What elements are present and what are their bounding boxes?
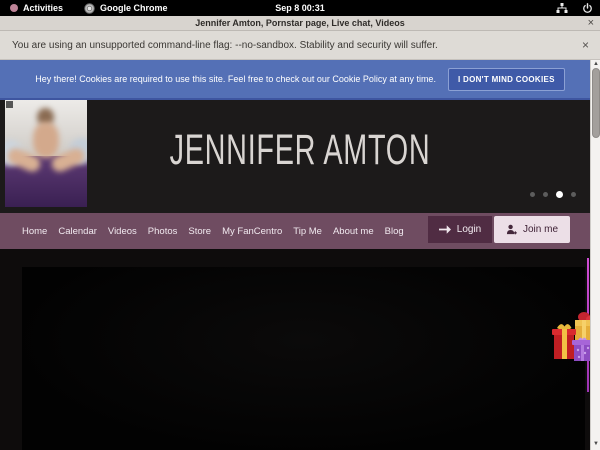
site-header: JENNIFER AMTON — [0, 100, 600, 213]
carousel-dot-2[interactable] — [543, 192, 548, 197]
page-main — [0, 249, 600, 450]
browser-title-bar: Jennifer Amton, Pornstar page, Live chat… — [0, 16, 600, 31]
scroll-down-icon[interactable]: ▼ — [591, 441, 600, 447]
login-button[interactable]: Login — [428, 216, 492, 243]
activities-label: Activities — [23, 3, 63, 13]
profile-photo — [5, 100, 87, 207]
login-label: Login — [457, 224, 481, 235]
photo-watermark — [6, 101, 13, 108]
nav-item-calendar[interactable]: Calendar — [58, 226, 97, 237]
cookie-message-after: at any time. — [387, 74, 436, 84]
join-person-icon — [506, 224, 517, 235]
nav-item-videos[interactable]: Videos — [108, 226, 137, 237]
nav-item-home[interactable]: Home — [22, 226, 47, 237]
main-nav: Home Calendar Videos Photos Store My Fan… — [0, 213, 600, 249]
system-tray — [556, 0, 593, 16]
cookie-message-before: Hey there! Cookies are required to use t… — [35, 74, 332, 84]
desktop-screen: Activities Google Chrome Sep 8 00:31 — [0, 0, 600, 450]
nav-item-my-fancentro[interactable]: My FanCentro — [222, 226, 282, 237]
carousel-dots — [530, 191, 576, 198]
scrollbar-thumb[interactable] — [592, 68, 600, 138]
nav-item-photos[interactable]: Photos — [148, 226, 178, 237]
cookie-message: Hey there! Cookies are required to use t… — [35, 74, 436, 84]
activities-button[interactable]: Activities — [10, 0, 63, 16]
network-icon[interactable] — [556, 3, 568, 14]
cookie-consent-bar: Hey there! Cookies are required to use t… — [0, 60, 600, 100]
nav-item-tip-me[interactable]: Tip Me — [293, 226, 322, 237]
gifts-promo-icon[interactable] — [551, 307, 593, 361]
warning-close-icon[interactable]: × — [582, 37, 589, 53]
nav-item-store[interactable]: Store — [188, 226, 211, 237]
page-scrollbar[interactable]: ▲ ▼ — [590, 60, 600, 450]
gnome-top-bar: Activities Google Chrome Sep 8 00:31 — [0, 0, 600, 16]
window-close-icon[interactable]: × — [588, 16, 594, 30]
flag-warning-bar: You are using an unsupported command-lin… — [0, 31, 600, 60]
flag-warning-text: You are using an unsupported command-lin… — [12, 40, 438, 51]
cookie-policy-link[interactable]: Cookie Policy — [332, 74, 387, 84]
nav-item-about-me[interactable]: About me — [333, 226, 374, 237]
accept-cookies-button[interactable]: I DON'T MIND COOKIES — [448, 68, 565, 91]
app-name-label: Google Chrome — [100, 3, 168, 13]
video-player[interactable] — [22, 267, 585, 450]
carousel-dot-3-active[interactable] — [556, 191, 563, 198]
site-title: JENNIFER AMTON — [84, 127, 516, 175]
join-label: Join me — [523, 224, 558, 235]
activities-indicator-icon — [10, 4, 18, 12]
chrome-icon — [84, 3, 95, 14]
photo-figure-torso — [33, 122, 59, 158]
focused-app-menu[interactable]: Google Chrome — [84, 0, 168, 16]
scroll-up-icon[interactable]: ▲ — [591, 61, 600, 67]
window-title: Jennifer Amton, Pornstar page, Live chat… — [0, 16, 600, 30]
carousel-dot-1[interactable] — [530, 192, 535, 197]
nav-item-blog[interactable]: Blog — [385, 226, 404, 237]
power-icon[interactable] — [582, 3, 593, 14]
nav-items: Home Calendar Videos Photos Store My Fan… — [22, 213, 404, 249]
carousel-dot-4[interactable] — [571, 192, 576, 197]
login-arrow-icon — [439, 225, 451, 234]
join-me-button[interactable]: Join me — [494, 216, 570, 243]
